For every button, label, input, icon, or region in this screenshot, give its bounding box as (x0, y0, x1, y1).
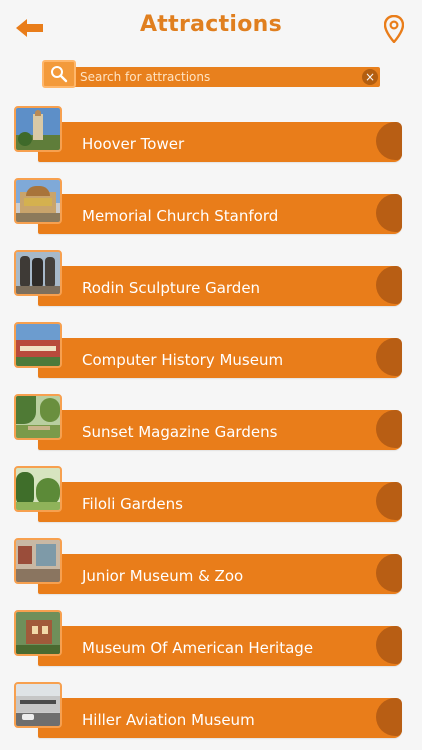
ribbon-curl (376, 554, 402, 592)
search-icon (51, 66, 68, 83)
location-button[interactable] (382, 12, 406, 46)
attraction-name: Rodin Sculpture Garden (82, 279, 261, 297)
list-item[interactable]: Rodin Sculpture Garden (14, 248, 404, 308)
museum-photo (14, 538, 62, 584)
sculpture-photo (14, 250, 62, 296)
header: Attractions (0, 0, 422, 56)
ribbon-curl (376, 410, 402, 448)
attraction-name: Filoli Gardens (82, 495, 183, 513)
attraction-name: Memorial Church Stanford (82, 207, 279, 225)
tower-photo (14, 106, 62, 152)
ribbon-curl (376, 626, 402, 664)
garden-photo (14, 466, 62, 512)
attraction-name: Hoover Tower (82, 135, 185, 153)
page-title: Attractions (139, 12, 283, 37)
ribbon-curl (376, 482, 402, 520)
list-item[interactable]: Hoover Tower (14, 104, 404, 164)
house-photo (14, 610, 62, 656)
ribbon-curl (376, 194, 402, 232)
search-field: × (66, 67, 380, 87)
search-input[interactable] (80, 67, 350, 87)
list-item[interactable]: Junior Museum & Zoo (14, 536, 404, 596)
attraction-name: Computer History Museum (82, 351, 284, 369)
list-item[interactable]: Sunset Magazine Gardens (14, 392, 404, 452)
ribbon-curl (376, 698, 402, 736)
list-item[interactable]: Filoli Gardens (14, 464, 404, 524)
attraction-name: Museum Of American Heritage (82, 639, 314, 657)
attraction-name: Junior Museum & Zoo (82, 567, 244, 585)
close-icon[interactable]: × (362, 69, 378, 85)
list-item[interactable]: Museum Of American Heritage (14, 608, 404, 668)
building-photo (14, 682, 62, 728)
map-pin-icon (384, 15, 404, 43)
garden-photo (14, 394, 62, 440)
attraction-name: Sunset Magazine Gardens (82, 423, 278, 441)
list-item[interactable]: Hiller Aviation Museum (14, 680, 404, 740)
ribbon-curl (376, 122, 402, 160)
ribbon-curl (376, 338, 402, 376)
church-photo (14, 178, 62, 224)
attraction-name: Hiller Aviation Museum (82, 711, 255, 729)
museum-photo (14, 322, 62, 368)
search-bar: × (42, 60, 382, 90)
list-item[interactable]: Memorial Church Stanford (14, 176, 404, 236)
ribbon-curl (376, 266, 402, 304)
search-button[interactable] (42, 60, 76, 88)
list-item[interactable]: Computer History Museum (14, 320, 404, 380)
